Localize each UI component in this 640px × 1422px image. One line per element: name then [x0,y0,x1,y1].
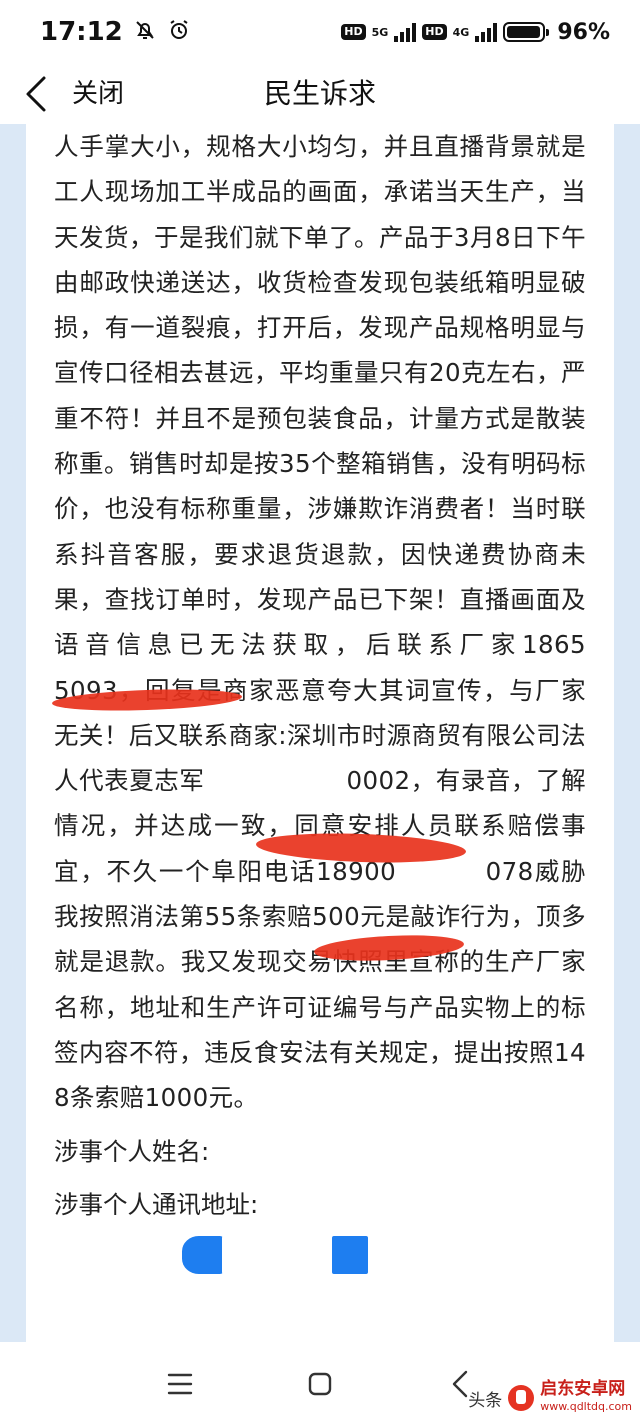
nav-bar: 关闭 民生诉求 [0,64,640,124]
involved-person-name-row: 涉事个人姓名: [26,1129,614,1174]
redaction-mark-white-1 [222,1236,332,1274]
status-time: 17:12 [40,17,123,47]
watermark-url: www.qdltdq.com [540,1400,632,1413]
complaint-body-text: 人手掌大小，规格大小均匀，并且直播背景就是工人现场加工半成品的画面，承诺当天生产… [54,132,614,1113]
signal-icon-2 [475,22,498,42]
redaction-mark-blue-2 [332,1236,368,1274]
app-screen: 17:12 HD 5G HD 4G 96% 关闭 民生诉求 人手掌大小，规格大小… [0,0,640,1422]
redaction-mark-blue-1 [182,1236,224,1274]
watermark-logo-icon [508,1385,535,1411]
menu-icon [167,1373,193,1395]
menu-button[interactable] [160,1364,200,1404]
involved-person-address-label: 涉事个人通讯地址: [54,1189,259,1219]
hd-badge-2: HD [422,24,447,40]
status-bar: 17:12 HD 5G HD 4G 96% [0,0,640,64]
battery-icon [503,22,550,42]
system-navigation-bar: 头条 启东安卓网 www.qdltdq.com [0,1342,640,1422]
close-button[interactable]: 关闭 [72,74,124,114]
watermark-brand-name: 启东安卓网 [540,1379,626,1399]
watermark: 头条 启东安卓网 www.qdltdq.com [468,1380,632,1416]
triangle-back-icon [452,1370,468,1398]
network-type-label-2: 4G [452,25,470,39]
watermark-prefix: 头条 [468,1390,503,1411]
home-button[interactable] [300,1364,340,1404]
battery-text: 96% [557,19,610,45]
home-square-icon [308,1372,332,1396]
involved-person-address-row: 涉事个人通讯地址: [26,1182,614,1227]
content-card: 人手掌大小，规格大小均匀，并且直播背景就是工人现场加工半成品的画面，承诺当天生产… [26,124,614,1342]
bell-muted-icon [133,18,157,46]
involved-person-name-label: 涉事个人姓名: [54,1136,210,1166]
watermark-brand: 启东安卓网 www.qdltdq.com [540,1380,632,1416]
chevron-left-icon [26,76,46,112]
signal-icon [394,22,417,42]
alarm-icon [167,18,191,46]
redaction-mark-white-2 [242,1282,312,1322]
hd-badge: HD [341,24,366,40]
back-button[interactable] [14,72,58,116]
network-type-label: 5G [371,25,389,39]
battery-level [507,26,540,38]
